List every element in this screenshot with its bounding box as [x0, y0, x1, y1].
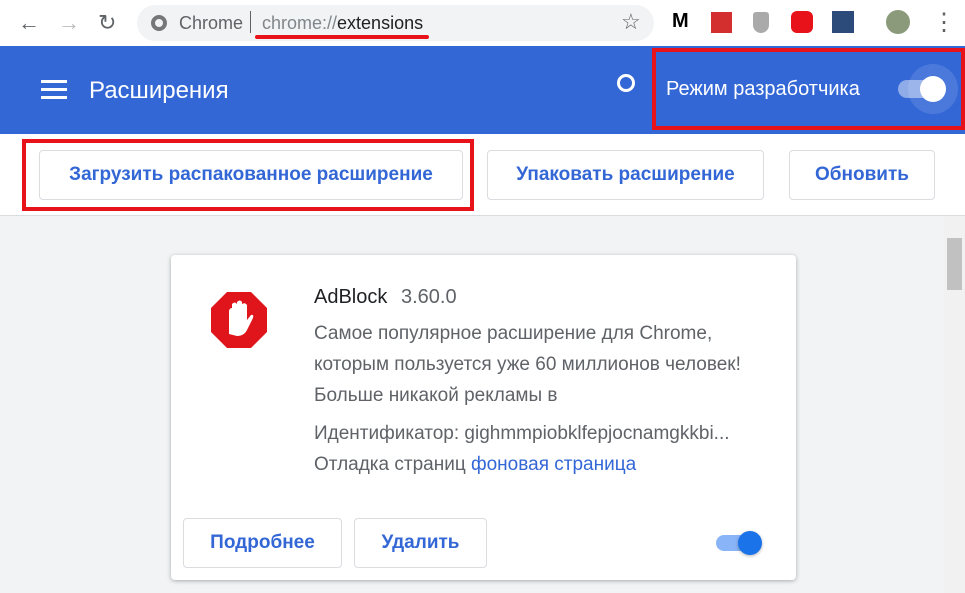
browser-toolbar: ← → ↻ Chrome chrome://extensions ☆ M ⋮	[0, 0, 965, 46]
url-underline-highlight	[255, 35, 429, 39]
inspect-label: Отладка страниц	[314, 454, 466, 475]
remove-button[interactable]: Удалить	[354, 518, 487, 568]
divider	[250, 11, 251, 33]
menu-icon[interactable]: ⋮	[932, 8, 956, 37]
extension-name: AdBlock	[314, 286, 388, 308]
dev-mode-toggle[interactable]	[898, 76, 946, 102]
url-path: extensions	[337, 13, 424, 33]
avatar[interactable]	[886, 10, 910, 34]
scrollbar-thumb[interactable]	[947, 238, 962, 290]
adblock-logo-icon	[211, 292, 267, 348]
reload-button[interactable]: ↻	[98, 10, 116, 36]
dev-mode-label: Режим разработчика	[666, 78, 860, 100]
scrollbar[interactable]	[944, 216, 965, 593]
extension-shield-icon[interactable]	[753, 12, 769, 33]
extensions-header: Расширения Режим разработчика	[0, 46, 965, 134]
url: chrome://extensions	[262, 13, 423, 34]
hamburger-icon[interactable]	[41, 80, 67, 99]
update-button[interactable]: Обновить	[789, 150, 935, 200]
extension-enable-toggle[interactable]	[716, 531, 762, 555]
developer-toolbar: Загрузить распакованное расширение Упако…	[0, 134, 965, 216]
extension-card: AdBlock 3.60.0 Самое популярное расширен…	[171, 255, 796, 580]
site-label: Chrome	[179, 13, 244, 33]
chrome-icon	[151, 15, 167, 31]
extension-adblock-icon[interactable]	[791, 11, 813, 33]
extension-description: Самое популярное расширение для Chrome, …	[314, 323, 741, 406]
load-unpacked-button[interactable]: Загрузить распакованное расширение	[39, 150, 463, 200]
url-prefix: chrome://	[262, 13, 338, 33]
pack-extension-button[interactable]: Упаковать расширение	[487, 150, 764, 200]
star-icon[interactable]: ☆	[621, 9, 641, 35]
search-icon[interactable]	[617, 74, 635, 92]
extension-m-icon[interactable]: M	[672, 10, 689, 33]
forward-button[interactable]: →	[58, 10, 80, 36]
background-page-link[interactable]: фоновая страница	[471, 454, 636, 475]
extension-version: 3.60.0	[401, 286, 457, 308]
extension-blue-icon[interactable]	[832, 11, 854, 33]
page-title: Расширения	[89, 77, 229, 104]
back-button[interactable]: ←	[18, 10, 40, 36]
inspect-views: Отладка страниц фоновая страница	[314, 454, 636, 476]
extension-lastpass-icon[interactable]	[711, 12, 732, 33]
details-button[interactable]: Подробнее	[183, 518, 342, 568]
extension-id: Идентификатор: gighmmpiobklfepjocnamgkkb…	[314, 423, 730, 444]
address-bar[interactable]: Chrome chrome://extensions ☆	[137, 5, 654, 41]
